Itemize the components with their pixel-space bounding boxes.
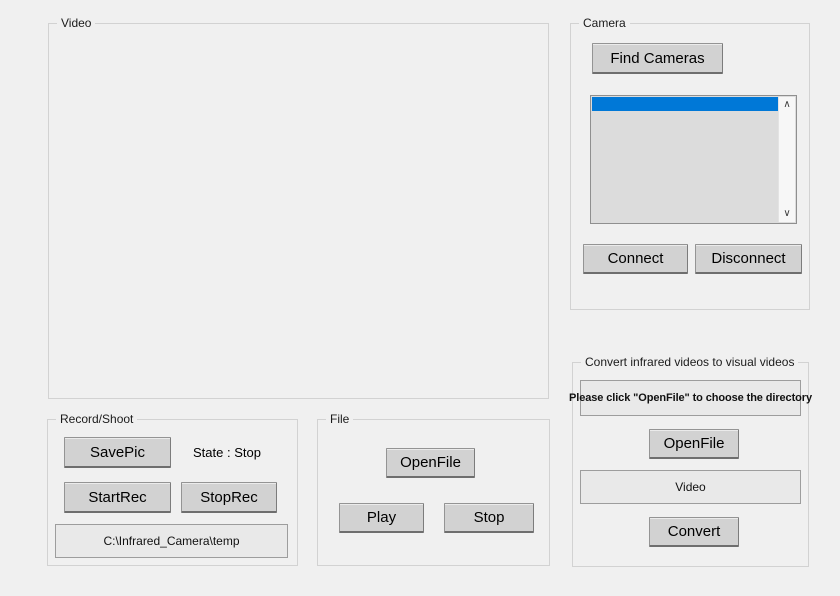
camera-group-label: Camera <box>579 16 630 30</box>
find-cameras-button[interactable]: Find Cameras <box>592 43 723 74</box>
file-openfile-button[interactable]: OpenFile <box>386 448 475 478</box>
record-shoot-group-label: Record/Shoot <box>56 412 137 426</box>
disconnect-button[interactable]: Disconnect <box>695 244 802 274</box>
savepic-button[interactable]: SavePic <box>64 437 171 468</box>
convert-group-label: Convert infrared videos to visual videos <box>581 355 798 369</box>
camera-list-selected-row[interactable] <box>592 97 779 111</box>
startrec-button[interactable]: StartRec <box>64 482 171 513</box>
stop-button[interactable]: Stop <box>444 503 534 533</box>
chevron-down-icon[interactable]: ∨ <box>779 206 795 222</box>
state-label: State : Stop <box>193 445 261 460</box>
video-group: Video <box>48 23 549 399</box>
connect-button[interactable]: Connect <box>583 244 688 274</box>
convert-openfile-button[interactable]: OpenFile <box>649 429 739 459</box>
file-group-label: File <box>326 412 353 426</box>
camera-list[interactable]: ∧ ∨ <box>590 95 797 224</box>
record-shoot-group: Record/Shoot SavePic State : Stop StartR… <box>47 419 298 566</box>
video-preview-area <box>49 24 548 398</box>
directory-hint-display: Please click "OpenFile" to choose the di… <box>580 380 801 416</box>
camera-group: Camera Find Cameras ∧ ∨ Connect Disconne… <box>570 23 810 310</box>
stoprec-button[interactable]: StopRec <box>181 482 277 513</box>
video-type-display: Video <box>580 470 801 504</box>
convert-group: Convert infrared videos to visual videos… <box>572 362 809 567</box>
file-group: File OpenFile Play Stop <box>317 419 550 566</box>
app-window: { "window": { "background": "#f0f0f0" },… <box>0 0 840 596</box>
save-path-display: C:\Infrared_Camera\temp <box>55 524 288 558</box>
play-button[interactable]: Play <box>339 503 424 533</box>
convert-button[interactable]: Convert <box>649 517 739 547</box>
camera-list-scrollbar[interactable]: ∧ ∨ <box>778 97 795 222</box>
chevron-up-icon[interactable]: ∧ <box>779 97 795 113</box>
